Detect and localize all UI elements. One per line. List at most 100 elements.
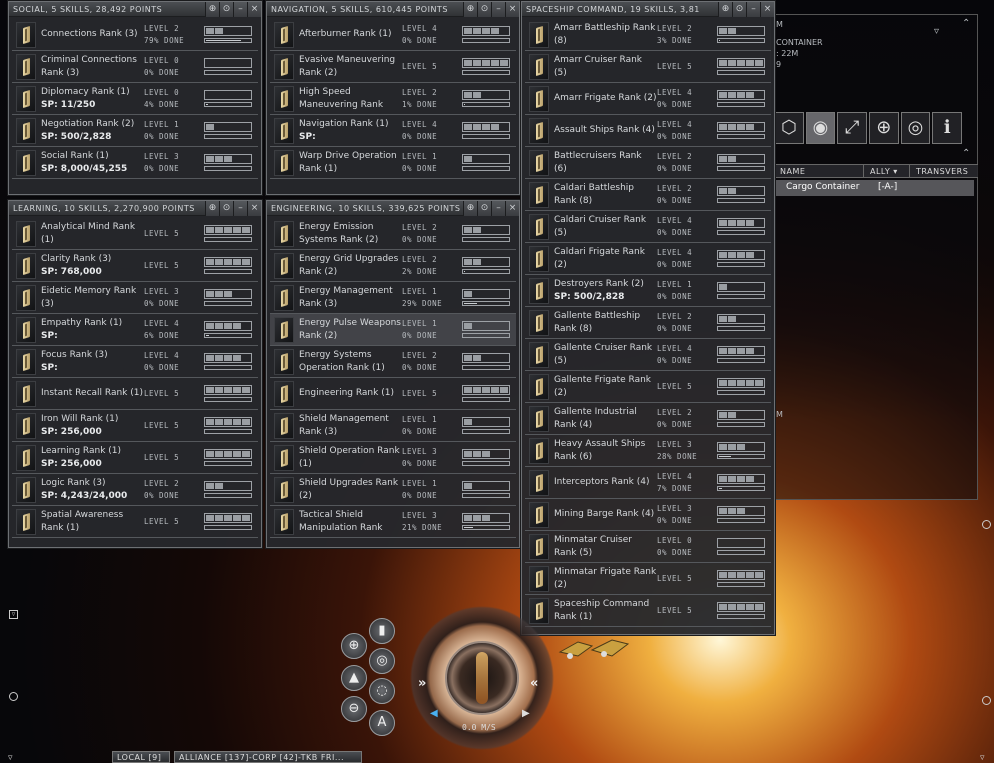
window-header[interactable]: SPACESHIP COMMAND, 19 SKILLS, 3,81 ⊕ ⊙ – × (522, 1, 774, 17)
skill-row[interactable]: Focus Rank (3) SP: LEVEL 4 0% DONE (12, 346, 258, 378)
skill-row[interactable]: Logic Rank (3) SP: 4,243/24,000 LEVEL 2 0% … (12, 474, 258, 506)
window-header[interactable]: LEARNING, 10 SKILLS, 2,270,900 POINTS ⊕ ⊙ –… (9, 200, 261, 216)
skill-row[interactable]: Assault Ships Rank (4) LEVEL 4 0% DONE (525, 115, 771, 147)
skill-row[interactable]: Minmatar Frigate Rank (2) LEVEL 5 (525, 563, 771, 595)
skill-row[interactable]: Social Rank (1) SP: 8,000/45,255 LEVEL 3 0%… (12, 147, 258, 179)
close-icon[interactable]: × (247, 200, 261, 216)
overview-dropdown-icon[interactable]: ▿ (934, 26, 939, 37)
approach-icon[interactable]: ⤢ (837, 112, 868, 144)
skill-row[interactable]: Spatial Awareness Rank (1) LEVEL 5 (12, 506, 258, 538)
settings-icon[interactable]: ⊙ (477, 200, 491, 216)
skill-row[interactable]: Shield Operation Rank (1) LEVEL 3 0% DONE (270, 442, 516, 474)
skill-row[interactable]: Amarr Cruiser Rank (5) LEVEL 5 (525, 51, 771, 83)
settings-icon[interactable]: ⊙ (219, 200, 233, 216)
minimize-icon[interactable]: – (233, 1, 247, 17)
skill-row[interactable]: Criminal Connections Rank (3) LEVEL 0 0% D… (12, 51, 258, 83)
tab-local-chat[interactable]: LOCAL [9] (112, 751, 170, 763)
collapse-up-icon[interactable]: ⌃ (962, 18, 970, 29)
window-header[interactable]: NAVIGATION, 5 SKILLS, 610,445 POINTS ⊕ ⊙ – × (267, 1, 519, 17)
pin-icon[interactable]: ⊕ (205, 200, 219, 216)
skill-row[interactable]: Iron Will Rank (1) SP: 256,000 LEVEL 5 (12, 410, 258, 442)
skill-row[interactable]: Caldari Frigate Rank (2) LEVEL 4 0% DONE (525, 243, 771, 275)
chat-dropdown-icon[interactable]: ▿ (8, 753, 13, 763)
bottom-right-dropdown-icon[interactable]: ▿ (980, 753, 985, 763)
skill-row[interactable]: Energy Emission Systems Rank (2) LEVEL 2 0… (270, 218, 516, 250)
minimize-icon[interactable]: – (491, 1, 505, 17)
window-header[interactable]: SOCIAL, 5 SKILLS, 28,492 POINTS ⊕ ⊙ – × (9, 1, 261, 17)
collapse-up-icon-2[interactable]: ⌃ (962, 148, 970, 159)
skill-row[interactable]: Navigation Rank (1) SP: LEVEL 4 0% DONE (270, 115, 516, 147)
skill-row[interactable]: Empathy Rank (1) SP: LEVEL 4 6% DONE (12, 314, 258, 346)
skill-row[interactable]: Energy Management Rank (3) LEVEL 1 29% DON… (270, 282, 516, 314)
skill-row[interactable]: Evasive Maneuvering Rank (2) LEVEL 5 (270, 51, 516, 83)
skill-row[interactable]: Engineering Rank (1) LEVEL 5 (270, 378, 516, 410)
pin-icon[interactable]: ⊕ (463, 200, 477, 216)
close-icon[interactable]: × (505, 1, 519, 17)
skill-row[interactable]: Instant Recall Rank (1) LEVEL 5 (12, 378, 258, 410)
speed-arrow-right-icon[interactable]: ▶ (522, 708, 530, 719)
skill-row[interactable]: Interceptors Rank (4) LEVEL 4 7% DONE (525, 467, 771, 499)
left-marker-icon[interactable]: ▿ (9, 610, 18, 619)
chevron-right-icon[interactable]: » (418, 676, 426, 691)
skill-row[interactable]: Caldari Cruiser Rank (5) LEVEL 4 0% DONE (525, 211, 771, 243)
skill-row[interactable]: Tactical Shield Manipulation Rank LEVEL 3… (270, 506, 516, 538)
skill-row[interactable]: Shield Management Rank (3) LEVEL 1 0% DONE (270, 410, 516, 442)
skill-row[interactable]: Destroyers Rank (2) SP: 500/2,828 LEVEL 1 0… (525, 275, 771, 307)
skill-row[interactable]: Gallente Industrial Rank (4) LEVEL 2 0% DO… (525, 403, 771, 435)
minimize-icon[interactable]: – (746, 1, 760, 17)
close-icon[interactable]: × (247, 1, 261, 17)
ship-icon[interactable] (558, 632, 636, 664)
settings-icon[interactable]: ⊙ (477, 1, 491, 17)
chevron-left-icon[interactable]: « (530, 676, 538, 691)
skill-row[interactable]: Mining Barge Rank (4) LEVEL 3 0% DONE (525, 499, 771, 531)
skill-row[interactable]: Gallente Battleship Rank (8) LEVEL 2 0% DO… (525, 307, 771, 339)
skill-row[interactable]: Energy Grid Upgrades Rank (2) LEVEL 2 2% D… (270, 250, 516, 282)
skill-row[interactable]: Energy Pulse Weapons Rank (2) LEVEL 1 0% D… (270, 314, 516, 346)
eye-icon[interactable]: ◎ (900, 112, 931, 144)
settings-icon[interactable]: ⊙ (219, 1, 233, 17)
autopilot-button[interactable]: A (369, 710, 395, 736)
radar-icon[interactable]: ◌ (369, 678, 395, 704)
pin-icon[interactable]: ⊕ (718, 1, 732, 17)
skill-row[interactable]: Heavy Assault Ships Rank (6) LEVEL 3 28% D… (525, 435, 771, 467)
skill-row[interactable]: Amarr Battleship Rank (8) LEVEL 2 3% DONE (525, 19, 771, 51)
speed-arrow-left-icon[interactable]: ◀ (430, 708, 438, 719)
zoom-in-icon[interactable]: ⊕ (341, 633, 367, 659)
skill-row[interactable]: Afterburner Rank (1) LEVEL 4 0% DONE (270, 19, 516, 51)
ship-view-icon[interactable]: ▲ (341, 665, 367, 691)
skill-row[interactable]: Warp Drive Operation Rank (1) LEVEL 1 0% D… (270, 147, 516, 179)
close-icon[interactable]: × (760, 1, 774, 17)
tab-alliance-chat[interactable]: ALLIANCE [137]-CORP [42]-TKB FRI... (174, 751, 362, 763)
skill-row[interactable]: Shield Upgrades Rank (2) LEVEL 1 0% DONE (270, 474, 516, 506)
orbit-icon[interactable]: ◉ (805, 112, 836, 144)
skill-row[interactable]: Negotiation Rank (2) SP: 500/2,828 LEVEL 1… (12, 115, 258, 147)
skill-row[interactable]: Learning Rank (1) SP: 256,000 LEVEL 5 (12, 442, 258, 474)
column-transversal[interactable]: TRANSVERS (910, 165, 978, 177)
skill-row[interactable]: Battlecruisers Rank (6) LEVEL 2 0% DONE (525, 147, 771, 179)
settings-icon[interactable]: ⊙ (732, 1, 746, 17)
minimize-icon[interactable]: – (233, 200, 247, 216)
skill-row[interactable]: Clarity Rank (3) SP: 768,000 LEVEL 5 (12, 250, 258, 282)
window-header[interactable]: ENGINEERING, 10 SKILLS, 339,625 POINTS ⊕ ⊙… (267, 200, 519, 216)
tactical-icon[interactable]: ▮ (369, 618, 395, 644)
skill-row[interactable]: High Speed Maneuvering Rank LEVEL 2 1% DON… (270, 83, 516, 115)
skill-row[interactable]: Energy Systems Operation Rank (1) LEVEL 2… (270, 346, 516, 378)
skill-row[interactable]: Amarr Frigate Rank (2) LEVEL 4 0% DONE (525, 83, 771, 115)
scanner-icon[interactable]: ◎ (369, 648, 395, 674)
skill-row[interactable]: Analytical Mind Rank (1) LEVEL 5 (12, 218, 258, 250)
column-name[interactable]: NAME (774, 165, 864, 177)
skill-row[interactable]: Minmatar Cruiser Rank (5) LEVEL 0 0% DONE (525, 531, 771, 563)
pin-icon[interactable]: ⊕ (205, 1, 219, 17)
zoom-out-icon[interactable]: ⊖ (341, 696, 367, 722)
info-icon[interactable]: ℹ (932, 112, 963, 144)
skill-row[interactable]: Caldari Battleship Rank (8) LEVEL 2 0% DON… (525, 179, 771, 211)
cube-icon[interactable]: ⬡ (774, 112, 804, 144)
close-icon[interactable]: × (505, 200, 519, 216)
minimize-icon[interactable]: – (491, 200, 505, 216)
overview-row[interactable]: Cargo Container [-A-] (774, 180, 974, 196)
target-icon[interactable]: ⊕ (869, 112, 899, 144)
pin-icon[interactable]: ⊕ (463, 1, 477, 17)
skill-row[interactable]: Spaceship Command Rank (1) LEVEL 5 (525, 595, 771, 627)
skill-row[interactable]: Connections Rank (3) LEVEL 2 79% DONE (12, 19, 258, 51)
skill-row[interactable]: Eidetic Memory Rank (3) LEVEL 3 0% DONE (12, 282, 258, 314)
